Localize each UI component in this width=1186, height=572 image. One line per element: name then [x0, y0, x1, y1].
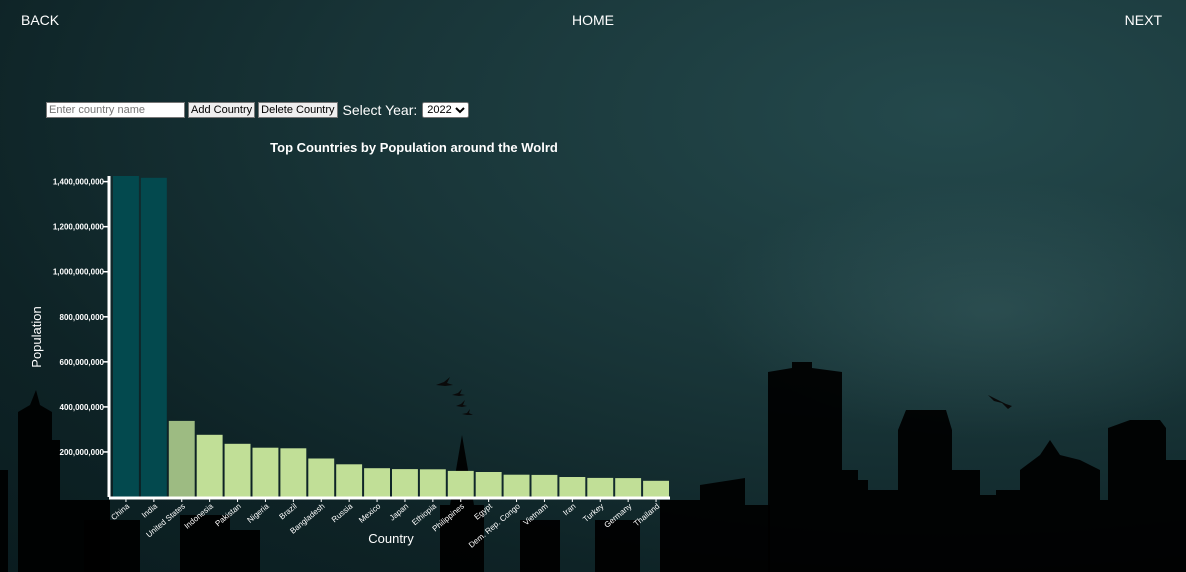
bar-pakistan	[224, 443, 251, 497]
x-tick-label: Japan	[388, 502, 410, 523]
x-tick-label: Indonesia	[183, 501, 216, 531]
bar-russia	[336, 464, 363, 497]
bars-group	[113, 176, 669, 498]
x-tick-label: Pakistan	[214, 502, 243, 529]
bar-india	[140, 177, 167, 498]
bar-philippines	[447, 470, 474, 497]
bar-egypt	[475, 472, 502, 497]
y-axis-label: Population	[29, 306, 44, 367]
bar-dem-rep-congo	[503, 474, 530, 497]
bar-bangladesh	[308, 458, 335, 497]
y-tick-label: 200,000,000	[60, 448, 105, 457]
chart-title: Top Countries by Population around the W…	[270, 140, 558, 155]
population-bar-chart: Top Countries by Population around the W…	[29, 140, 670, 550]
bar-thailand	[643, 480, 669, 497]
y-tick-label: 1,200,000,000	[53, 223, 105, 232]
x-tick-label: Iran	[561, 502, 577, 518]
x-tick-label: Russia	[330, 501, 355, 524]
x-tick-label: Brazil	[278, 502, 299, 522]
x-tick-label: Nigeria	[246, 501, 272, 525]
x-tick-label: Vietnam	[522, 501, 550, 527]
y-tick-label: 1,400,000,000	[53, 178, 105, 187]
x-tick-label: Egypt	[472, 501, 494, 522]
bar-china	[113, 176, 139, 497]
bar-brazil	[280, 448, 307, 497]
x-tick-label: India	[140, 501, 159, 519]
bar-mexico	[364, 468, 390, 497]
bar-iran	[559, 477, 586, 497]
bar-germany	[615, 478, 642, 497]
x-tick-label: Mexico	[357, 501, 383, 525]
bar-indonesia	[196, 434, 223, 497]
bar-vietnam	[531, 474, 558, 497]
y-axis: 200,000,000 400,000,000 600,000,000 800,000…	[53, 176, 111, 497]
y-tick-label: 600,000,000	[60, 358, 105, 367]
bar-turkey	[587, 477, 614, 497]
x-tick-label: Thailand	[632, 502, 661, 529]
y-tick-label: 1,000,000,000	[53, 268, 105, 277]
bar-japan	[392, 469, 418, 497]
y-tick-label: 400,000,000	[60, 403, 105, 412]
y-tick-label: 800,000,000	[60, 313, 105, 322]
x-axis-label: Country	[368, 531, 414, 546]
bar-united-states	[168, 420, 195, 497]
x-tick-label: Turkey	[581, 502, 605, 524]
x-tick-label: China	[109, 501, 131, 522]
x-tick-label: Germany	[602, 502, 633, 530]
bar-nigeria	[252, 447, 279, 497]
bar-ethiopia	[419, 469, 446, 497]
x-tick-label: Dem. Rep. Congo	[467, 501, 522, 549]
